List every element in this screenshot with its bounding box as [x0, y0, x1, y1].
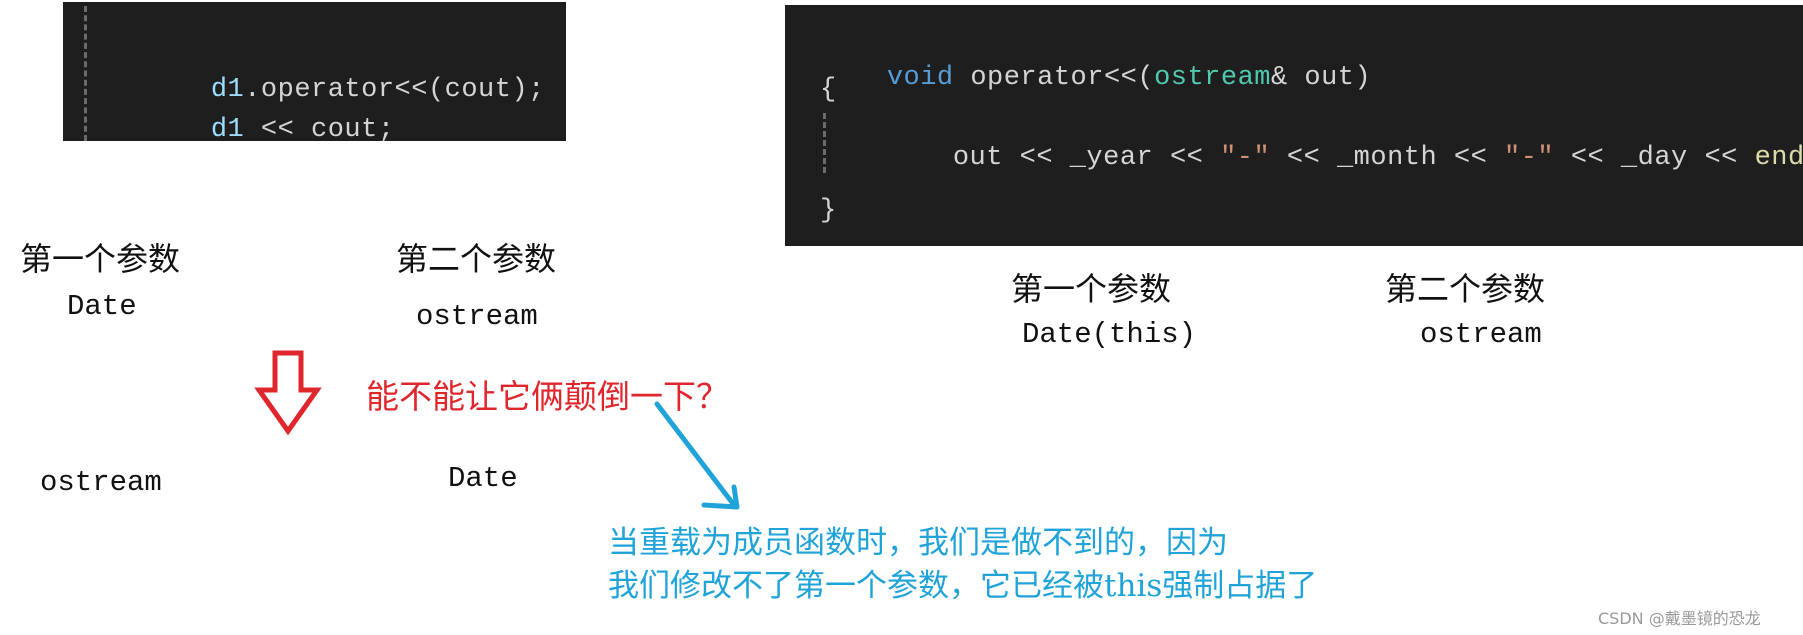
- arrow-layer: [254, 350, 740, 510]
- diagonal-arrow-icon: [654, 401, 737, 508]
- down-arrow-icon: [254, 350, 322, 436]
